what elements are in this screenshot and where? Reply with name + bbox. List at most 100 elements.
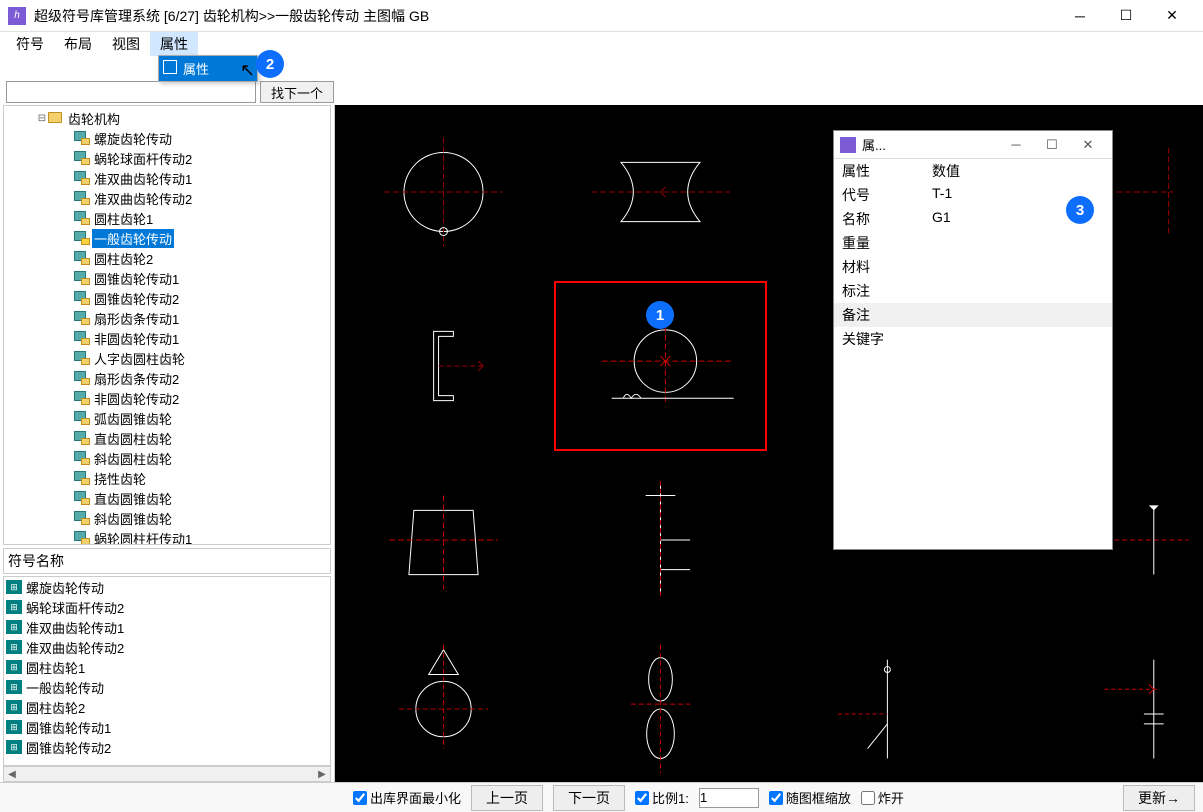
symbol-icon: ⊞ bbox=[6, 680, 22, 694]
menu-layout[interactable]: 布局 bbox=[54, 32, 102, 56]
list-item[interactable]: ⊞一般齿轮传动 bbox=[4, 677, 330, 697]
list-item[interactable]: ⊞准双曲齿轮传动2 bbox=[4, 637, 330, 657]
tree-item[interactable]: 蜗轮球面杆传动2 bbox=[6, 148, 328, 168]
tree-item[interactable]: 直齿圆柱齿轮 bbox=[6, 428, 328, 448]
thumbnail-cell[interactable] bbox=[337, 281, 550, 451]
symbol-leaf-icon bbox=[74, 531, 88, 543]
scale-input[interactable] bbox=[699, 788, 759, 808]
badge-2: 2 bbox=[256, 50, 284, 78]
maximize-button[interactable]: ☐ bbox=[1103, 0, 1149, 32]
zoom-with-frame-checkbox[interactable]: 随图框缩放 bbox=[769, 788, 851, 807]
tree-item[interactable]: 圆锥齿轮传动2 bbox=[6, 288, 328, 308]
menu-symbol[interactable]: 符号 bbox=[6, 32, 54, 56]
thumbnail-cell-selected[interactable]: 1 bbox=[554, 281, 767, 451]
refresh-button[interactable]: 更新→ bbox=[1123, 785, 1195, 811]
symbol-leaf-icon bbox=[74, 331, 88, 343]
list-item[interactable]: ⊞圆柱齿轮1 bbox=[4, 657, 330, 677]
search-input[interactable] bbox=[6, 81, 256, 103]
search-bar: 找下一个 bbox=[6, 80, 334, 104]
symbol-leaf-icon bbox=[74, 291, 88, 303]
tree-item[interactable]: 圆锥齿轮传动1 bbox=[6, 268, 328, 288]
property-close-button[interactable]: ✕ bbox=[1070, 137, 1106, 153]
tree-item[interactable]: 斜齿圆锥齿轮 bbox=[6, 508, 328, 528]
symbol-icon: ⊞ bbox=[6, 640, 22, 654]
menu-property[interactable]: 属性 bbox=[150, 32, 198, 56]
property-header-row: 属性 数值 bbox=[834, 159, 1112, 183]
tree-item[interactable]: 准双曲齿轮传动1 bbox=[6, 168, 328, 188]
symbol-leaf-icon bbox=[74, 471, 88, 483]
tree-item[interactable]: 弧齿圆锥齿轮 bbox=[6, 408, 328, 428]
symbol-leaf-icon bbox=[74, 171, 88, 183]
symbol-leaf-icon bbox=[74, 211, 88, 223]
explode-checkbox[interactable]: 炸开 bbox=[861, 788, 904, 807]
tree-item[interactable]: 斜齿圆柱齿轮 bbox=[6, 448, 328, 468]
menubar: 符号 布局 视图 属性 bbox=[0, 32, 1203, 56]
symbol-leaf-icon bbox=[74, 231, 88, 243]
property-row[interactable]: 备注 bbox=[834, 303, 1112, 327]
next-page-button[interactable]: 下一页 bbox=[553, 785, 625, 811]
symbol-leaf-icon bbox=[74, 371, 88, 383]
thumbnail-cell[interactable] bbox=[337, 455, 550, 625]
property-maximize-button[interactable]: ☐ bbox=[1034, 137, 1070, 153]
thumbnail-cell[interactable] bbox=[771, 629, 984, 782]
footer-bar: 出库界面最小化 上一页 下一页 比例1: 随图框缩放 炸开 更新→ bbox=[0, 782, 1203, 812]
property-app-icon bbox=[840, 137, 856, 153]
thumbnail-cell[interactable] bbox=[337, 107, 550, 277]
symbol-leaf-icon bbox=[74, 151, 88, 163]
tree-item[interactable]: 人字齿圆柱齿轮 bbox=[6, 348, 328, 368]
thumbnail-cell[interactable] bbox=[554, 629, 767, 782]
tree-item[interactable]: 非圆齿轮传动1 bbox=[6, 328, 328, 348]
tree-item[interactable]: 挠性齿轮 bbox=[6, 468, 328, 488]
titlebar: h 超级符号库管理系统 [6/27] 齿轮机构>>一般齿轮传动 主图幅 GB ─… bbox=[0, 0, 1203, 32]
symbol-leaf-icon bbox=[74, 491, 88, 503]
symbol-tree[interactable]: ⊟ 齿轮机构 螺旋齿轮传动蜗轮球面杆传动2准双曲齿轮传动1准双曲齿轮传动2圆柱齿… bbox=[3, 105, 331, 545]
tree-item[interactable]: 扇形齿条传动2 bbox=[6, 368, 328, 388]
symbol-leaf-icon bbox=[74, 191, 88, 203]
find-next-button[interactable]: 找下一个 bbox=[260, 81, 334, 103]
property-row[interactable]: 标注 bbox=[834, 279, 1112, 303]
property-window[interactable]: 属... ─ ☐ ✕ 属性 数值 代号T-1名称G1重量材料标注备注关键字 3 bbox=[833, 130, 1113, 550]
menu-view[interactable]: 视图 bbox=[102, 32, 150, 56]
property-row[interactable]: 关键字 bbox=[834, 327, 1112, 351]
symbol-leaf-icon bbox=[74, 451, 88, 463]
h-scrollbar[interactable]: ◀▶ bbox=[3, 766, 331, 782]
scale-checkbox[interactable]: 比例1: bbox=[635, 788, 689, 807]
property-minimize-button[interactable]: ─ bbox=[998, 137, 1034, 152]
tree-item[interactable]: 非圆齿轮传动2 bbox=[6, 388, 328, 408]
tree-item[interactable]: 圆柱齿轮1 bbox=[6, 208, 328, 228]
collapse-icon[interactable]: ⊟ bbox=[36, 113, 48, 124]
list-item[interactable]: ⊞蜗轮球面杆传动2 bbox=[4, 597, 330, 617]
prev-page-button[interactable]: 上一页 bbox=[471, 785, 543, 811]
symbol-list[interactable]: ⊞螺旋齿轮传动⊞蜗轮球面杆传动2⊞准双曲齿轮传动1⊞准双曲齿轮传动2⊞圆柱齿轮1… bbox=[4, 577, 330, 757]
symbol-list-header: 符号名称 bbox=[3, 548, 331, 574]
list-item[interactable]: ⊞圆锥齿轮传动2 bbox=[4, 737, 330, 757]
property-row[interactable]: 材料 bbox=[834, 255, 1112, 279]
symbol-leaf-icon bbox=[74, 391, 88, 403]
tree-item[interactable]: 蜗轮圆柱杆传动1 bbox=[6, 528, 328, 545]
list-item[interactable]: ⊞螺旋齿轮传动 bbox=[4, 577, 330, 597]
minimize-on-out-checkbox[interactable]: 出库界面最小化 bbox=[353, 788, 461, 807]
app-icon: h bbox=[8, 7, 26, 25]
badge-1: 1 bbox=[646, 301, 674, 329]
list-item[interactable]: ⊞准双曲齿轮传动1 bbox=[4, 617, 330, 637]
minimize-button[interactable]: ─ bbox=[1057, 0, 1103, 32]
list-item[interactable]: ⊞圆柱齿轮2 bbox=[4, 697, 330, 717]
thumbnail-cell[interactable] bbox=[554, 107, 767, 277]
thumbnail-cell[interactable] bbox=[988, 629, 1201, 782]
property-title: 属... bbox=[862, 135, 998, 154]
close-button[interactable]: ✕ bbox=[1149, 0, 1195, 32]
thumbnail-cell[interactable] bbox=[554, 455, 767, 625]
symbol-icon: ⊞ bbox=[6, 580, 22, 594]
tree-item[interactable]: 扇形齿条传动1 bbox=[6, 308, 328, 328]
tree-item[interactable]: 一般齿轮传动 bbox=[6, 228, 328, 248]
list-item[interactable]: ⊞圆锥齿轮传动1 bbox=[4, 717, 330, 737]
property-row[interactable]: 重量 bbox=[834, 231, 1112, 255]
property-titlebar[interactable]: 属... ─ ☐ ✕ bbox=[834, 131, 1112, 159]
tree-item[interactable]: 圆柱齿轮2 bbox=[6, 248, 328, 268]
thumbnail-cell[interactable] bbox=[337, 629, 550, 782]
tree-item[interactable]: 直齿圆锥齿轮 bbox=[6, 488, 328, 508]
tree-folder[interactable]: ⊟ 齿轮机构 bbox=[6, 108, 328, 128]
tree-item[interactable]: 准双曲齿轮传动2 bbox=[6, 188, 328, 208]
tree-item[interactable]: 螺旋齿轮传动 bbox=[6, 128, 328, 148]
symbol-leaf-icon bbox=[74, 431, 88, 443]
